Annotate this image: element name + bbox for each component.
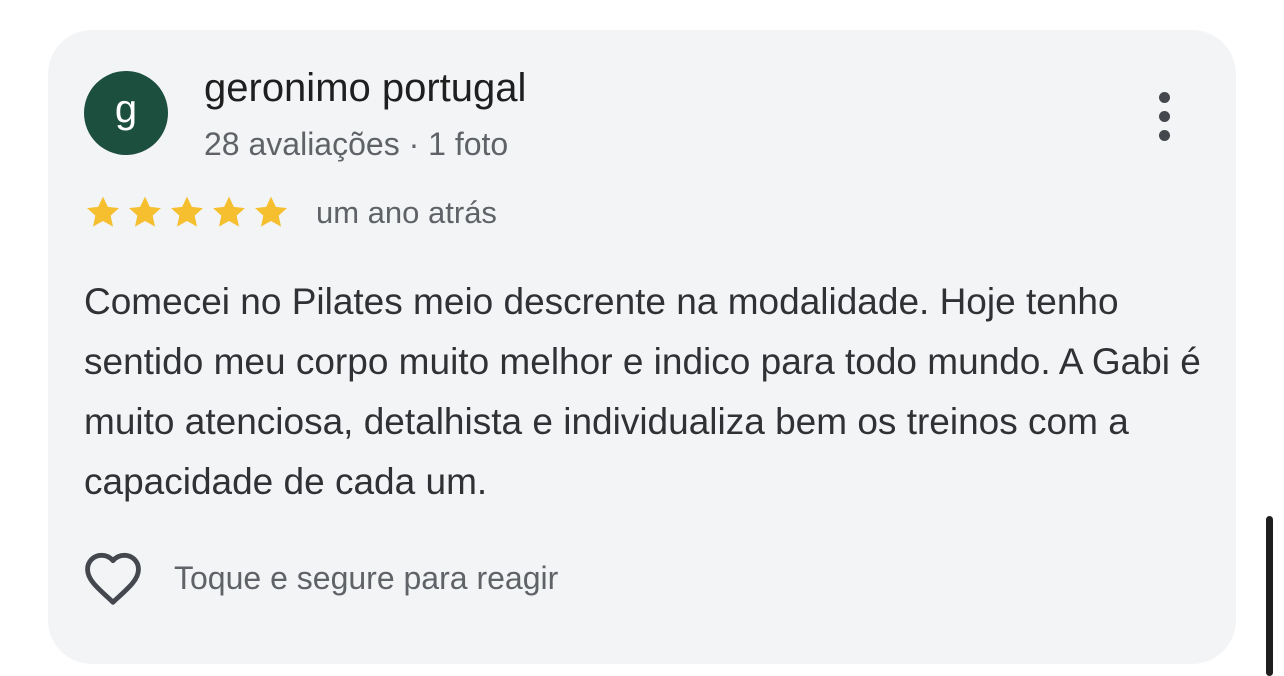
star-icon bbox=[126, 195, 164, 231]
avatar-letter: g bbox=[114, 87, 138, 131]
author-name[interactable]: geronimo portugal bbox=[204, 66, 526, 111]
star-icon bbox=[252, 195, 290, 231]
star-icon bbox=[168, 195, 206, 231]
star-rating bbox=[84, 195, 290, 231]
rating-row: um ano atrás bbox=[84, 195, 497, 231]
star-icon bbox=[210, 195, 248, 231]
scrollbar[interactable] bbox=[1266, 516, 1273, 676]
author-meta: 28 avaliações · 1 foto bbox=[204, 126, 509, 162]
star-icon bbox=[84, 195, 122, 231]
more-vert-icon bbox=[1158, 91, 1170, 141]
avatar[interactable]: g bbox=[84, 71, 168, 155]
more-options-button[interactable] bbox=[1140, 84, 1188, 148]
react-label: Toque e segure para reagir bbox=[174, 559, 559, 596]
review-card: g geronimo portugal 28 avaliações · 1 fo… bbox=[48, 30, 1236, 664]
react-button[interactable]: Toque e segure para reagir bbox=[82, 550, 558, 606]
heart-outline-icon bbox=[82, 550, 144, 606]
review-date: um ano atrás bbox=[316, 195, 497, 230]
review-text: Comecei no Pilates meio descrente na mod… bbox=[84, 281, 1201, 502]
